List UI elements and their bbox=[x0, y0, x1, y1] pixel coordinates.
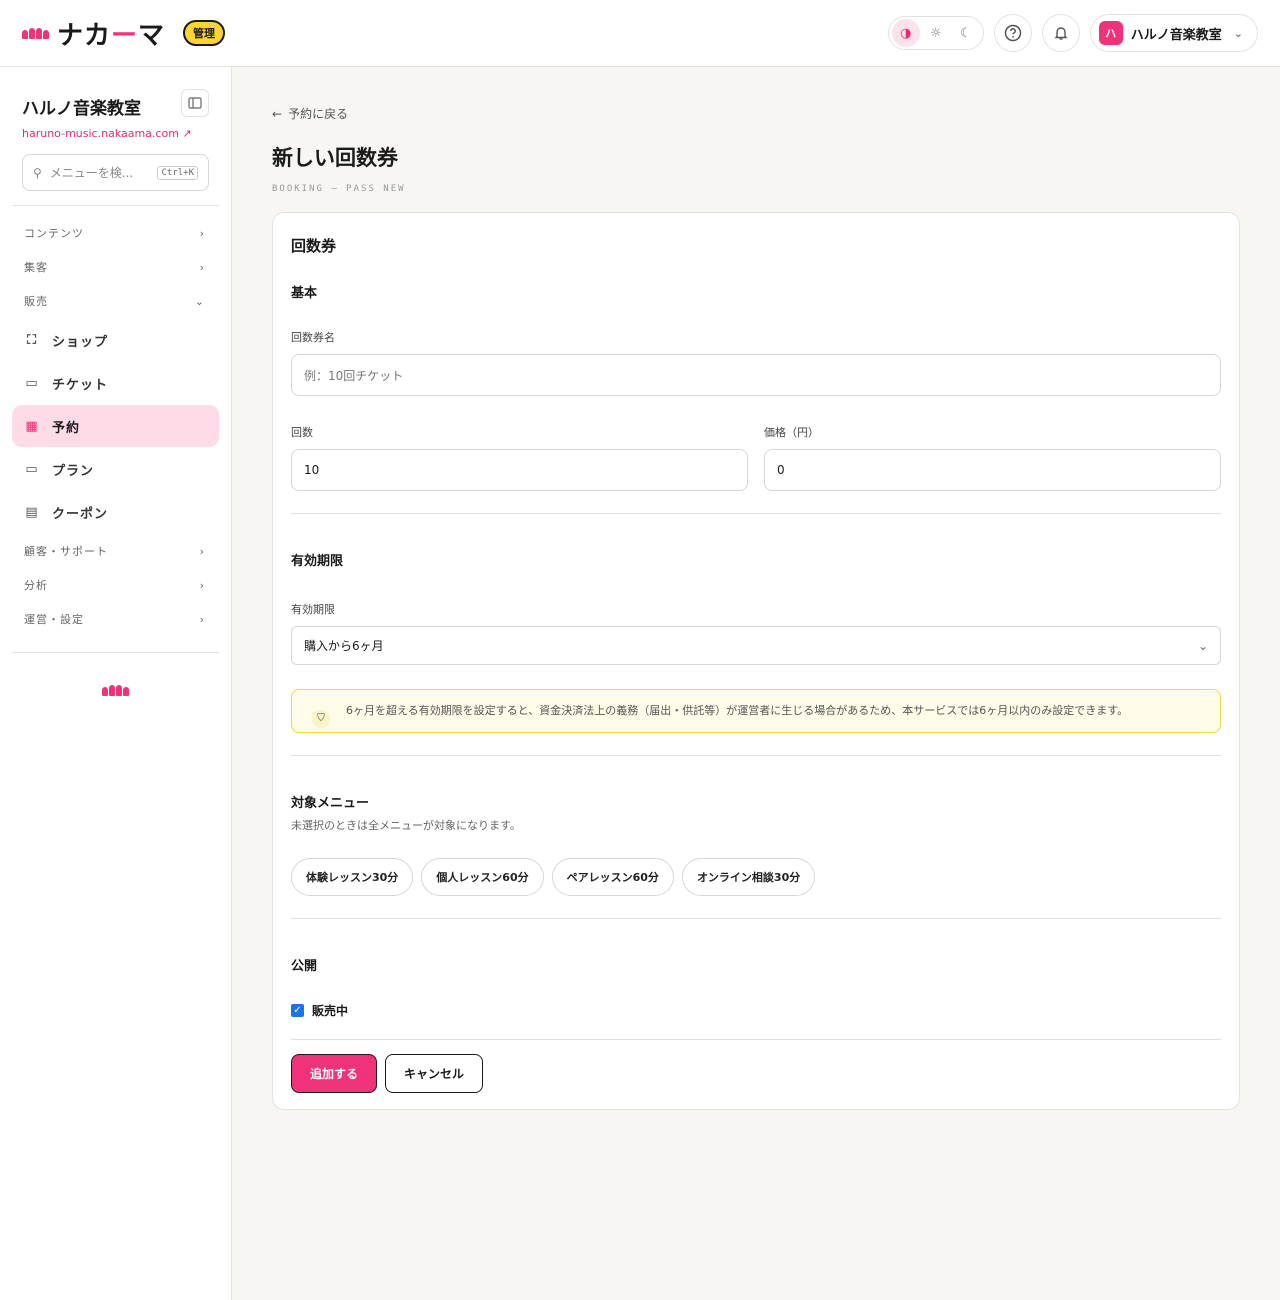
count-label: 回数 bbox=[291, 426, 313, 439]
cancel-button[interactable]: キャンセル bbox=[385, 1054, 484, 1093]
menu-chip[interactable]: 体験レッスン30分 bbox=[291, 858, 414, 896]
org-switcher[interactable]: ハ ハルノ音楽教室 ⌄ bbox=[1089, 14, 1258, 52]
menu-hint: 未選択のときは全メニューが対象になります。 bbox=[291, 819, 521, 832]
validity-label: 有効期限 bbox=[291, 603, 335, 616]
chevron-right-icon: › bbox=[199, 260, 205, 274]
search-icon: ⚲ bbox=[33, 165, 42, 180]
nav-group-analytics[interactable]: 分析 › bbox=[12, 568, 219, 602]
menu-chip[interactable]: 個人レッスン60分 bbox=[421, 858, 544, 896]
sidebar-item-shop[interactable]: ⛶ ショップ bbox=[12, 319, 219, 361]
section-validity-title: 有効期限 bbox=[291, 554, 344, 569]
external-link-icon: ↗ bbox=[182, 127, 192, 140]
on-sale-checkbox[interactable]: ✓ bbox=[291, 1004, 304, 1017]
admin-badge: 管理 bbox=[183, 20, 226, 46]
menu-chip[interactable]: ペアレッスン60分 bbox=[551, 858, 674, 896]
section-menu-title: 対象メニュー bbox=[291, 796, 370, 811]
org-name: ハルノ音楽教室 bbox=[1130, 27, 1222, 43]
coupon-icon: ▤ bbox=[25, 504, 39, 520]
sidebar-item-booking[interactable]: ▦ 予約 bbox=[12, 405, 219, 447]
sidebar-item-ticket[interactable]: ▭ チケット bbox=[12, 362, 219, 404]
sidebar-title: ハルノ音楽教室 bbox=[22, 99, 141, 119]
pass-form-card: 回数券 基本 回数券名 例：10回チケット 回数 10 価格（円） 0 有効期限… bbox=[272, 212, 1240, 1110]
on-sale-checkbox-row[interactable]: ✓ 販売中 bbox=[291, 1002, 1221, 1019]
nav-group-sales[interactable]: 販売 ⌄ bbox=[12, 284, 219, 318]
page-subtitle: BOOKING — PASS NEW bbox=[272, 184, 406, 194]
chevron-down-icon: ⌄ bbox=[194, 294, 205, 308]
count-input[interactable]: 10 bbox=[291, 449, 748, 491]
page-title: 新しい回数券 bbox=[272, 146, 398, 170]
price-input[interactable]: 0 bbox=[764, 449, 1221, 491]
site-url-link[interactable]: haruno-music.nakaama.com ↗ bbox=[12, 127, 219, 140]
help-button[interactable] bbox=[993, 14, 1032, 52]
chevron-down-icon: ⌄ bbox=[1233, 26, 1243, 40]
footer-logo-icon bbox=[12, 685, 219, 696]
price-label: 価格（円） bbox=[764, 426, 819, 439]
menu-chip[interactable]: オンライン相談30分 bbox=[681, 858, 816, 896]
card-title: 回数券 bbox=[291, 237, 337, 255]
chevron-right-icon: › bbox=[199, 544, 205, 558]
ticket-icon: ▭ bbox=[25, 375, 39, 391]
sidebar-item-plan[interactable]: ▭ プラン bbox=[12, 448, 219, 490]
dark-theme-icon[interactable]: ☾ bbox=[952, 19, 980, 47]
add-button[interactable]: 追加する bbox=[291, 1054, 378, 1093]
logo-mark-icon bbox=[22, 27, 49, 39]
shortcut-hint: Ctrl+K bbox=[157, 165, 198, 180]
sidebar: ハルノ音楽教室 haruno-music.nakaama.com ↗ ⚲ メニュ… bbox=[0, 67, 232, 1300]
bell-icon bbox=[1054, 27, 1068, 40]
menu-search-input[interactable]: ⚲ メニューを検... Ctrl+K bbox=[22, 154, 209, 191]
section-basic-title: 基本 bbox=[291, 286, 318, 301]
back-link[interactable]: ← 予約に戻る bbox=[272, 105, 1240, 122]
section-publish-title: 公開 bbox=[291, 959, 318, 974]
theme-switcher: ◑ ☼ ☾ bbox=[887, 16, 984, 50]
help-icon bbox=[1004, 24, 1022, 42]
chevron-right-icon: › bbox=[199, 578, 205, 592]
sidebar-item-coupon[interactable]: ▤ クーポン bbox=[12, 491, 219, 533]
bag-icon: ⛶ bbox=[26, 332, 38, 348]
nav-group-customer-support[interactable]: 顧客・サポート › bbox=[12, 534, 219, 568]
chevron-down-icon: ⌄ bbox=[1197, 638, 1208, 653]
nav-group-contents[interactable]: コンテンツ › bbox=[12, 216, 219, 250]
contrast-theme-icon[interactable]: ◑ bbox=[891, 19, 920, 47]
main-content: ← 予約に戻る 新しい回数券 BOOKING — PASS NEW 回数券 基本 … bbox=[232, 67, 1280, 1300]
light-theme-icon[interactable]: ☼ bbox=[922, 19, 950, 47]
pass-name-input[interactable]: 例：10回チケット bbox=[291, 354, 1221, 396]
validity-notice: ⛉ 6ヶ月を超える有効期限を設定すると、資金決済法上の義務（届出・供託等）が運営… bbox=[291, 689, 1221, 733]
top-bar: ナカーマ 管理 ◑ ☼ ☾ ハ ハルノ音楽教室 ⌄ bbox=[0, 0, 1280, 67]
card-icon: ▭ bbox=[25, 461, 39, 477]
validity-select[interactable]: 購入から6ヶ月 ⌄ bbox=[291, 626, 1221, 665]
calendar-icon: ▦ bbox=[25, 418, 39, 434]
sidebar-collapse-button[interactable] bbox=[181, 89, 209, 117]
panel-icon bbox=[188, 97, 202, 109]
shield-icon: ⛉ bbox=[312, 710, 330, 728]
nav-group-marketing[interactable]: 集客 › bbox=[12, 250, 219, 284]
arrow-left-icon: ← bbox=[272, 106, 283, 121]
logo-text: ナカーマ bbox=[57, 20, 166, 51]
chevron-right-icon: › bbox=[199, 612, 205, 626]
logo[interactable]: ナカーマ 管理 bbox=[22, 15, 226, 52]
name-label: 回数券名 bbox=[291, 331, 335, 344]
chevron-right-icon: › bbox=[199, 226, 205, 240]
nav-group-settings[interactable]: 運営・設定 › bbox=[12, 602, 219, 636]
notification-button[interactable] bbox=[1041, 14, 1080, 52]
org-avatar: ハ bbox=[1098, 21, 1123, 45]
